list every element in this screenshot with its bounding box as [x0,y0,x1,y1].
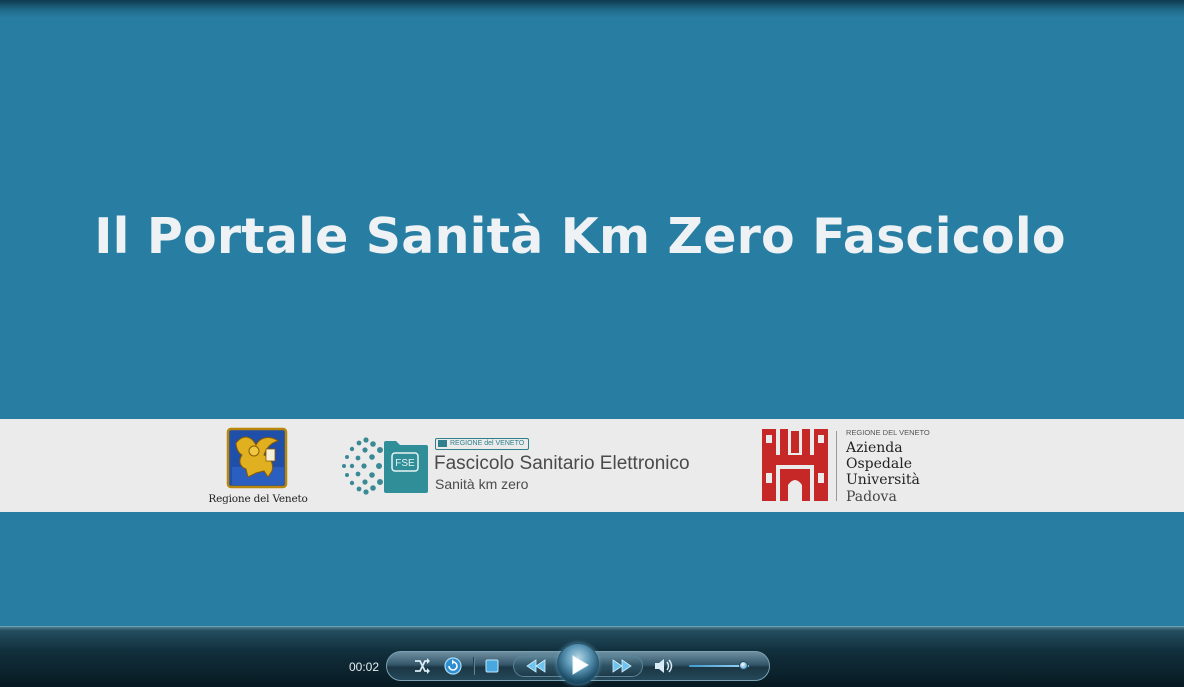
fse-dots-icon: FSE [342,437,428,495]
slide-title: Il Portale Sanità Km Zero Fascicolo [94,208,1066,265]
next-button[interactable] [610,656,634,678]
repeat-icon [444,657,462,675]
aopd-region-tag: REGIONE DEL VENETO [846,428,930,437]
shuffle-icon [415,658,430,674]
current-time: 00:02 [349,660,380,674]
separator [473,657,474,675]
volume-slider-thumb[interactable] [738,661,748,670]
logo-band: Regione del Veneto FSE REGIONE del VENET… [0,419,1184,512]
fse-subtitle: Sanità km zero [435,476,529,492]
regione-veneto-logo: Regione del Veneto [206,427,310,507]
aopd-name-line: Azienda [846,440,903,456]
aopd-name-line: Università [846,472,920,489]
aopd-name-line: Ospedale [846,456,912,473]
video-display[interactable]: Il Portale Sanità Km Zero Fascicolo Regi… [0,0,1184,626]
previous-button[interactable] [524,656,548,678]
aopd-name: Azienda Ospedale Università Padova [846,440,920,505]
aopd-name-line: Padova [846,488,897,505]
fse-title: Fascicolo Sanitario Elettronico [434,453,690,474]
play-icon [572,655,589,675]
regione-veneto-label: Regione del Veneto [208,493,308,505]
logo-divider [836,431,837,501]
next-icon [612,659,632,673]
stop-icon [485,659,499,673]
azienda-ospedale-logo: REGIONE DEL VENETO Azienda Ospedale Univ… [762,428,962,506]
volume-button[interactable] [653,655,675,677]
shuffle-button[interactable] [413,655,431,677]
stop-button[interactable] [485,655,499,677]
fse-region-tag: REGIONE del VENETO [435,438,530,450]
previous-icon [526,659,546,673]
fse-badge-text: FSE [395,458,415,469]
top-shade [0,0,1184,18]
lion-of-saint-mark-icon [226,427,288,489]
fse-logo: FSE REGIONE del VENETO Fascicolo Sanitar… [340,435,740,497]
hospital-gate-icon [762,429,828,501]
media-player-controls: 00:02 [0,626,1184,687]
repeat-button[interactable] [443,655,463,677]
volume-icon [655,659,673,673]
play-button[interactable] [557,643,599,685]
